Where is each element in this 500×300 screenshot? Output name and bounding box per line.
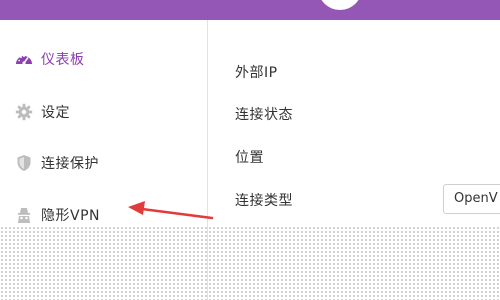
connection-status-label: 连接状态 [235,107,293,123]
sidebar-item-label: 设定 [41,105,70,121]
sidebar-item-label: 仪表板 [41,52,85,68]
halftone-texture [0,226,500,300]
stealth-vpn-icon [14,205,34,225]
connection-type-select[interactable]: OpenV [443,184,500,214]
sidebar-item-connection-protection[interactable]: 连接保护 [0,145,206,181]
logo [318,0,362,10]
sidebar-item-label: 连接保护 [41,156,99,172]
external-ip-label: 外部IP [235,65,278,81]
gear-icon [14,102,34,122]
top-header-bar [0,0,500,20]
dashboard-icon [14,49,34,69]
red-arrow-annotation [128,201,214,220]
location-label: 位置 [235,150,264,166]
sidebar-item-dashboard[interactable]: 仪表板 [0,41,206,77]
connection-type-label: 连接类型 [235,193,293,209]
sidebar-item-label: 隐形VPN [41,208,100,224]
sidebar-item-settings[interactable]: 设定 [0,94,206,130]
connection-type-value: OpenV [454,191,498,206]
shield-icon [14,153,34,173]
